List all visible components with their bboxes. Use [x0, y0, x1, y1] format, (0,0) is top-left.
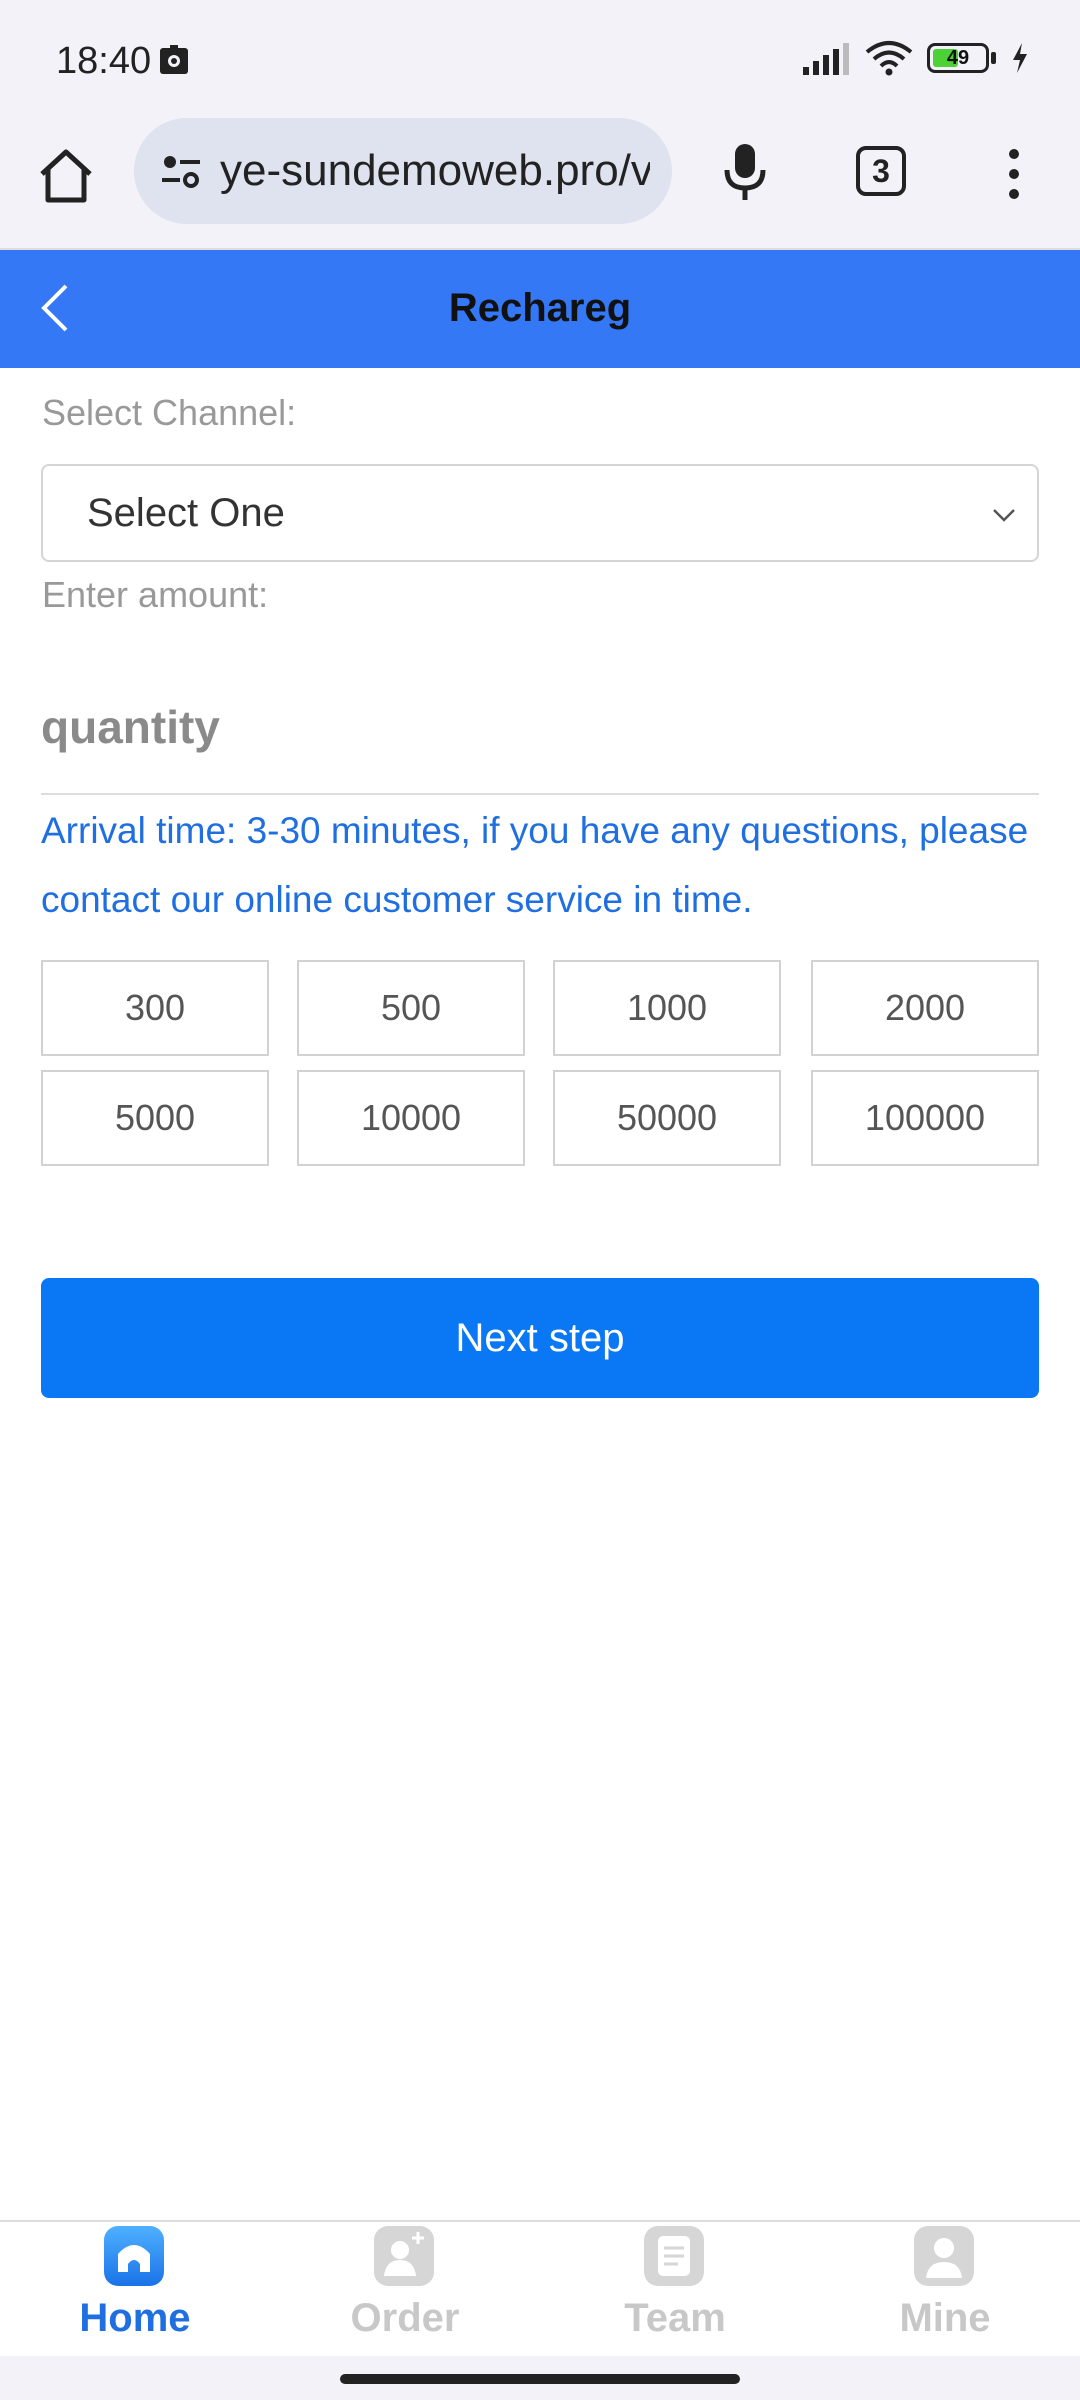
channel-select[interactable]: Select One: [41, 464, 1039, 562]
status-icons: 49: [801, 40, 1030, 76]
url-text[interactable]: ye-sundemoweb.pro/v: [220, 146, 650, 196]
more-menu-icon[interactable]: [998, 142, 1030, 206]
battery-nub: [991, 52, 996, 64]
home-icon: [104, 2226, 164, 2286]
channel-label: Select Channel:: [42, 392, 297, 433]
site-settings-icon[interactable]: [156, 146, 206, 196]
mic-icon[interactable]: [718, 140, 772, 204]
quick-amount-button[interactable]: 10000: [297, 1070, 525, 1166]
nav-label-home: Home: [79, 2296, 191, 2340]
quick-amount-button[interactable]: 100000: [811, 1070, 1039, 1166]
quick-amount-button[interactable]: 1000: [553, 960, 781, 1056]
amount-label: Enter amount:: [42, 574, 269, 615]
arrival-notice: Arrival time: 3-30 minutes, if you have …: [41, 810, 1029, 920]
nav-label-order: Order: [350, 2296, 460, 2340]
status-bar: 18:40 49: [0, 0, 1080, 118]
nav-label-team: Team: [624, 2296, 726, 2340]
address-bar[interactable]: ye-sundemoweb.pro/v: [134, 118, 672, 224]
quick-amount-button[interactable]: 50000: [553, 1070, 781, 1166]
charging-icon: [1013, 43, 1027, 73]
battery-icon: 49: [927, 43, 989, 73]
nav-item-order[interactable]: Order: [270, 2222, 540, 2358]
gesture-handle[interactable]: [340, 2374, 740, 2384]
wifi-icon: [865, 41, 913, 76]
next-step-button[interactable]: Next step: [41, 1278, 1039, 1398]
bottom-nav: Home Order Team Mine: [0, 2220, 1080, 2358]
nav-item-team[interactable]: Team: [540, 2222, 810, 2358]
battery-level: 49: [946, 47, 970, 69]
signal-icon: [803, 43, 849, 75]
chevron-down-icon: [993, 509, 1015, 522]
app-header: Rechareg: [0, 250, 1080, 368]
status-time: 18:40: [56, 40, 152, 82]
browser-toolbar: ye-sundemoweb.pro/v 3: [0, 118, 1080, 250]
quick-amount-button[interactable]: 2000: [811, 960, 1039, 1056]
order-icon: [374, 2226, 434, 2286]
quick-amount-button[interactable]: 500: [297, 960, 525, 1056]
quick-amount-button[interactable]: 5000: [41, 1070, 269, 1166]
nav-item-mine[interactable]: Mine: [810, 2222, 1080, 2358]
amount-input[interactable]: [41, 660, 1039, 795]
tab-switcher-button[interactable]: 3: [856, 146, 906, 196]
team-icon: [644, 2226, 704, 2286]
nav-label-mine: Mine: [899, 2296, 991, 2340]
page-title: Rechareg: [448, 286, 632, 330]
channel-selected-value[interactable]: Select One: [87, 491, 285, 536]
home-icon[interactable]: [34, 144, 98, 208]
screen-record-icon: [160, 45, 188, 74]
nav-item-home[interactable]: Home: [0, 2222, 270, 2358]
quick-amount-button[interactable]: 300: [41, 960, 269, 1056]
mine-icon: [914, 2226, 974, 2286]
